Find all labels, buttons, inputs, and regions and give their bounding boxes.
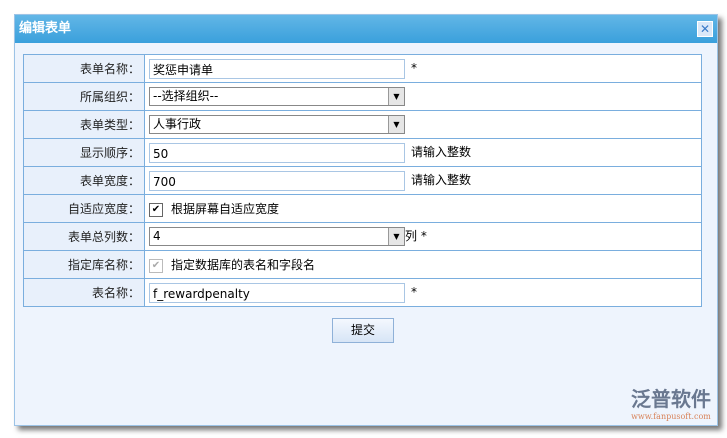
- fanpu-logo: 泛普软件 www.fanpusoft.com: [631, 383, 711, 421]
- form-table: 表单名称：奖惩申请单 * 所属组织： --选择组织-- ▼ 表单类型： 人事行政 ▼ 显示…: [23, 54, 702, 307]
- label-form-width: 表单宽度：: [24, 167, 145, 195]
- logo-url: www.fanpusoft.com: [631, 412, 711, 421]
- table-name-input[interactable]: f_rewardpenalty: [149, 283, 405, 303]
- column-count-value: 4: [153, 229, 161, 243]
- label-adaptive-width: 自适应宽度：: [24, 195, 145, 223]
- chevron-down-icon: ▼: [388, 228, 404, 245]
- form-width-input[interactable]: 700: [149, 171, 405, 191]
- label-form-name: 表单名称：: [24, 55, 145, 83]
- column-suffix: 列 *: [405, 229, 427, 243]
- adaptive-width-text: 根据屏幕自适应宽度: [171, 202, 279, 216]
- label-column-count: 表单总列数：: [24, 223, 145, 251]
- adaptive-width-checkbox[interactable]: ✔: [149, 203, 163, 217]
- label-form-type: 表单类型：: [24, 111, 145, 139]
- hint-text: 请输入整数: [411, 173, 471, 187]
- db-name-checkbox[interactable]: ✔: [149, 259, 163, 273]
- label-table-name: 表名称：: [24, 279, 145, 307]
- label-db-name: 指定库名称：: [24, 251, 145, 279]
- db-name-text: 指定数据库的表名和字段名: [171, 258, 315, 272]
- close-icon[interactable]: ✕: [697, 21, 713, 37]
- required-mark: *: [411, 285, 417, 299]
- chevron-down-icon: ▼: [388, 88, 404, 105]
- form-type-value: 人事行政: [153, 117, 201, 131]
- dialog-title-bar: 编辑表单 ✕: [15, 15, 717, 43]
- hint-text: 请输入整数: [411, 145, 471, 159]
- form-type-select[interactable]: 人事行政 ▼: [149, 115, 405, 134]
- dialog-title: 编辑表单: [19, 21, 71, 36]
- edit-form-dialog: 编辑表单 ✕ 表单名称：奖惩申请单* 所属组织：--选择组织--▼ 表单类型：人…: [14, 14, 718, 426]
- logo-name: 泛普软件: [631, 383, 711, 412]
- submit-button[interactable]: 提交: [332, 318, 394, 343]
- column-count-select[interactable]: 4▼: [149, 227, 405, 246]
- chevron-down-icon: ▼: [388, 116, 404, 133]
- label-display-order: 显示顺序：: [24, 139, 145, 167]
- display-order-input[interactable]: 50: [149, 143, 405, 163]
- organization-value: --选择组织--: [153, 89, 218, 103]
- required-mark: *: [411, 61, 417, 75]
- label-organization: 所属组织：: [24, 83, 145, 111]
- form-name-input[interactable]: 奖惩申请单: [149, 59, 405, 79]
- organization-select[interactable]: --选择组织-- ▼: [149, 87, 405, 106]
